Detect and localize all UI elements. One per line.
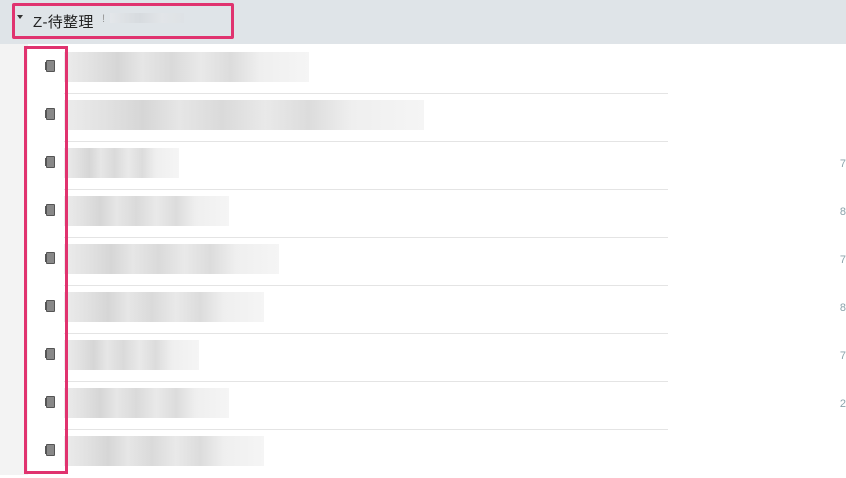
note-row[interactable] [28, 94, 846, 142]
note-title-blurred [64, 436, 264, 466]
note-title-blurred [64, 244, 279, 274]
note-row[interactable]: 8 [28, 190, 846, 238]
note-icons-highlight-box [24, 46, 68, 474]
note-meta: 7 [839, 158, 846, 170]
note-title-blurred [64, 100, 424, 130]
note-title-blurred [64, 148, 179, 178]
note-meta: 7 [839, 254, 846, 266]
note-row[interactable]: 7 [28, 142, 846, 190]
note-title-blurred [64, 292, 264, 322]
note-row[interactable]: 2 [28, 382, 846, 430]
note-meta: 7 [839, 350, 846, 362]
note-title-blurred [64, 196, 229, 226]
note-meta: 8 [839, 206, 846, 218]
note-row[interactable] [28, 430, 846, 478]
note-title-blurred [64, 388, 229, 418]
note-row[interactable]: 7 [28, 334, 846, 382]
note-title-blurred [64, 340, 199, 370]
note-meta: 8 [839, 302, 846, 314]
note-row[interactable]: 7 [28, 238, 846, 286]
note-title-blurred [64, 52, 309, 82]
note-row[interactable] [28, 46, 846, 94]
folder-header[interactable]: Z-待整理 ! [0, 0, 846, 44]
note-row[interactable]: 8 [28, 286, 846, 334]
folder-highlight-box [12, 3, 234, 39]
note-meta: 2 [839, 398, 846, 410]
